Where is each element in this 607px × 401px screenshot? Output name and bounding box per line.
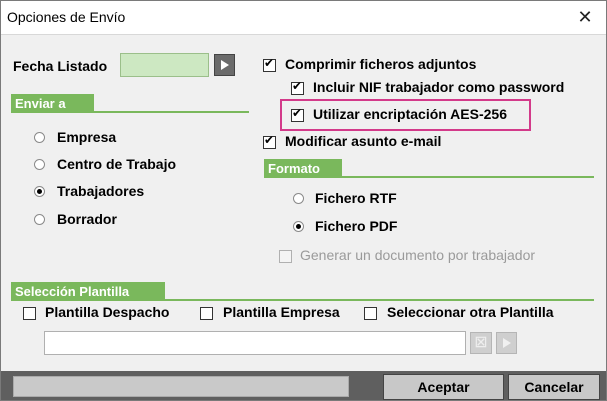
checkbox-generar-documento-label[interactable]: Generar un documento por trabajador [300,247,535,263]
radio-trabajadores[interactable] [34,186,45,197]
radio-borrador-label[interactable]: Borrador [57,211,117,227]
checkbox-plantilla-despacho[interactable] [23,307,36,320]
radio-centro-trabajo-label[interactable]: Centro de Trabajo [57,156,176,172]
radio-fichero-pdf[interactable] [293,221,304,232]
clear-icon[interactable]: ⊠ [470,332,492,354]
plantilla-browse-arrow-icon[interactable] [496,332,517,354]
checkbox-encriptacion-label[interactable]: Utilizar encriptación AES-256 [313,106,507,122]
checkbox-incluir-nif[interactable] [291,79,304,95]
fecha-picker-arrow-icon[interactable] [214,54,235,76]
progress-bar [13,376,349,397]
checkbox-plantilla-empresa[interactable] [200,307,213,320]
radio-trabajadores-label[interactable]: Trabajadores [57,183,144,199]
title-bar: Opciones de Envío ✕ [1,1,606,34]
window-title: Opciones de Envío [7,9,126,25]
checkbox-encriptacion[interactable] [291,106,304,122]
enviar-a-divider [11,111,249,113]
checkbox-modificar-asunto-label[interactable]: Modificar asunto e-mail [285,133,441,149]
radio-fichero-rtf-label[interactable]: Fichero RTF [315,190,397,206]
plantilla-path-input[interactable] [44,331,466,355]
radio-fichero-rtf[interactable] [293,193,304,204]
radio-empresa-label[interactable]: Empresa [57,129,116,145]
accept-button[interactable]: Aceptar [383,374,504,400]
title-divider [1,34,606,35]
radio-centro-trabajo[interactable] [34,159,45,170]
fecha-listado-field[interactable] [120,53,209,77]
formato-divider [264,176,594,178]
dialog-window: Opciones de Envío ✕ Fecha Listado Enviar… [0,0,607,401]
checkbox-plantilla-despacho-label[interactable]: Plantilla Despacho [45,304,169,320]
close-icon[interactable]: ✕ [570,5,600,29]
checkbox-comprimir-label[interactable]: Comprimir ficheros adjuntos [285,56,476,72]
radio-fichero-pdf-label[interactable]: Fichero PDF [315,218,397,234]
radio-empresa[interactable] [34,132,45,143]
cancel-button[interactable]: Cancelar [508,374,600,400]
radio-borrador[interactable] [34,214,45,225]
seleccion-plantilla-divider [11,299,594,301]
checkbox-otra-plantilla-label[interactable]: Seleccionar otra Plantilla [387,304,554,320]
checkbox-comprimir[interactable] [263,56,276,72]
fecha-listado-label: Fecha Listado [13,58,108,74]
checkbox-otra-plantilla[interactable] [364,307,377,320]
checkbox-generar-documento[interactable] [279,250,292,263]
checkbox-plantilla-empresa-label[interactable]: Plantilla Empresa [223,304,340,320]
checkbox-incluir-nif-label[interactable]: Incluir NIF trabajador como password [313,79,564,95]
checkbox-modificar-asunto[interactable] [263,133,276,149]
